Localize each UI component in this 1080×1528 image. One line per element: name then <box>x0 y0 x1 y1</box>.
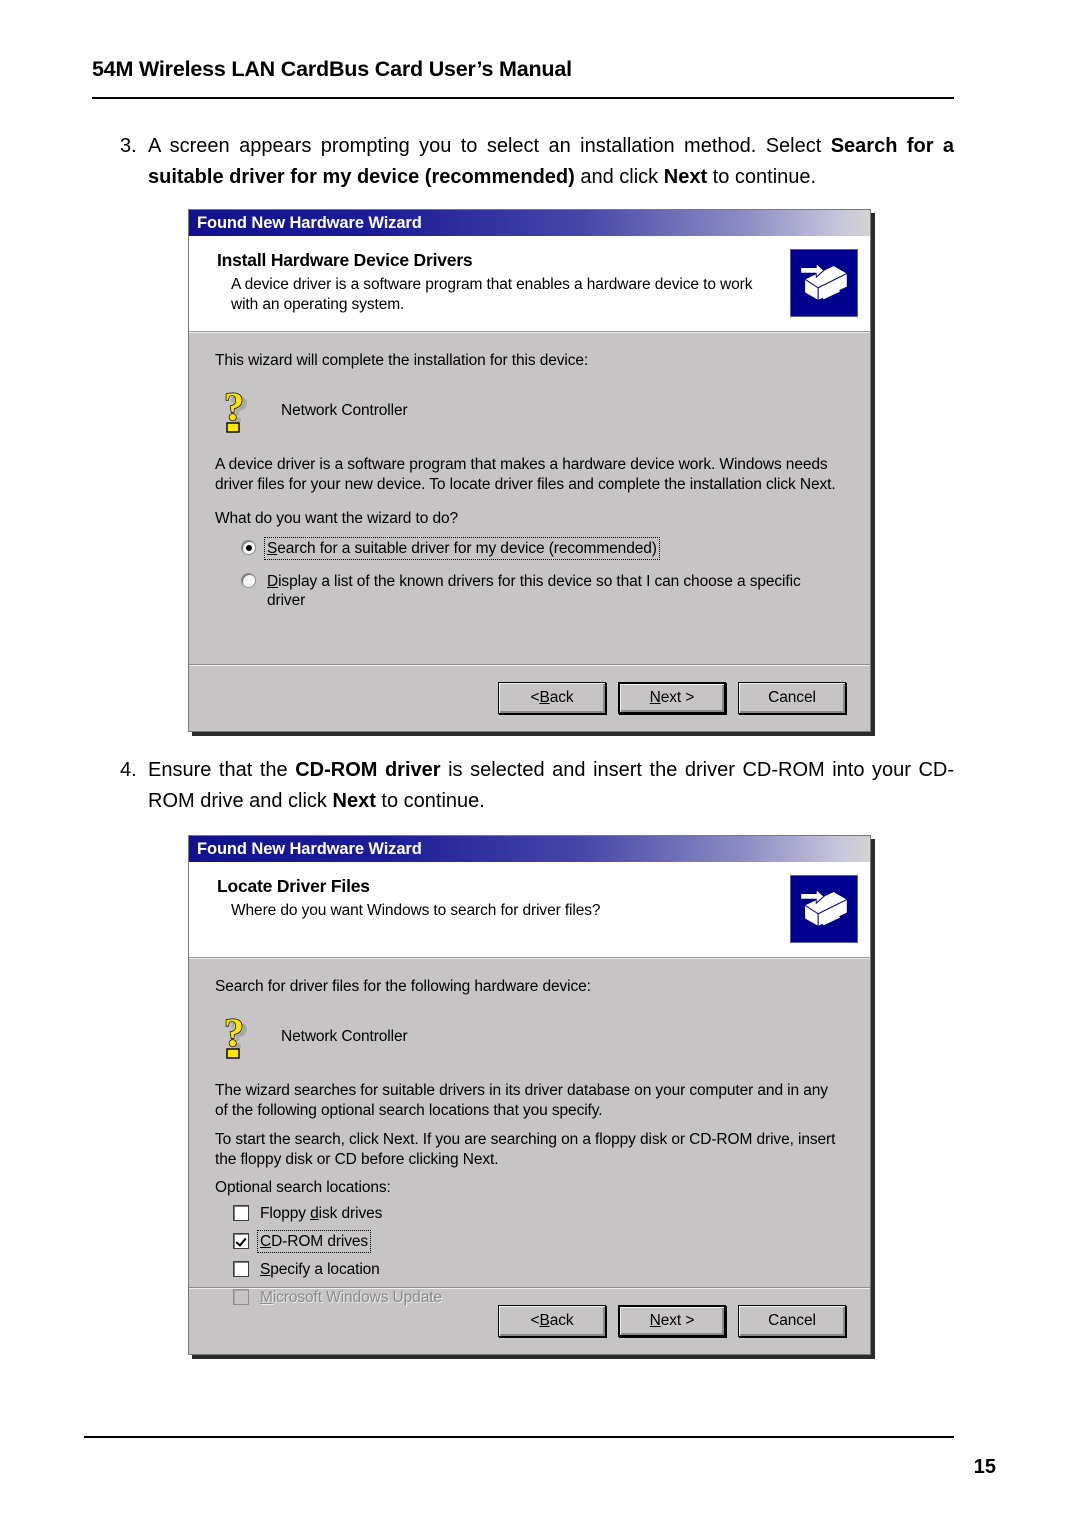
dialog-2-intro-text: Search for driver files for the followin… <box>215 978 591 995</box>
step-4-number: 4. <box>120 759 137 781</box>
checkbox-cd-rom-drives[interactable] <box>233 1233 249 1249</box>
dialog-1-banner-title: Install Hardware Device Drivers <box>217 250 473 270</box>
manual-page: 54M Wireless LAN CardBus Card User’s Man… <box>0 0 1080 1528</box>
step-4: 4. Ensure that the CD-ROM driver is sele… <box>108 755 954 817</box>
dialog-2-next-button[interactable]: Next > <box>618 1304 726 1337</box>
step-3-text: A screen appears prompting you to select… <box>148 135 955 188</box>
dialog-1-banner-subtitle: A device driver is a software program th… <box>231 276 753 313</box>
checkbox-microsoft-windows-update-label: Microsoft Windows Update <box>260 1289 442 1306</box>
checkbox-specify-a-location-label[interactable]: Specify a location <box>258 1259 382 1280</box>
checkbox-cd-rom-drives-label[interactable]: CD-ROM drives <box>256 1230 372 1253</box>
header-divider <box>92 97 954 99</box>
dialog-2-cancel-button[interactable]: Cancel <box>738 1304 846 1337</box>
radio-option-display-known-drivers[interactable]: Display a list of the known drivers for … <box>241 571 844 611</box>
dialog-2-checkbox-group: Floppy disk drives CD-ROM drives Specify… <box>215 1203 844 1308</box>
dialog-2-banner-subtitle: Where do you want Windows to search for … <box>231 902 601 919</box>
manual-title: 54M Wireless LAN CardBus Card User’s Man… <box>92 57 572 81</box>
dialog-1-banner: Install Hardware Device Drivers A device… <box>189 236 870 332</box>
checkbox-row-specify-a-location[interactable]: Specify a location <box>233 1259 844 1280</box>
radio-search-suitable-driver-indicator[interactable] <box>241 540 256 555</box>
dialog-1-radio-group: Search for a suitable driver for my devi… <box>215 537 844 611</box>
dialog-2-banner-title: Locate Driver Files <box>217 876 370 896</box>
step-3: 3. A screen appears prompting you to sel… <box>108 131 954 193</box>
dialog-1-back-button[interactable]: < Back <box>498 681 606 714</box>
radio-display-known-drivers-indicator[interactable] <box>241 573 256 588</box>
dialog-1-banner-texts: Install Hardware Device Drivers A device… <box>189 250 870 315</box>
dialog-2-description-1: The wizard searches for suitable drivers… <box>215 1082 828 1119</box>
wizard-device-icon <box>790 875 858 943</box>
dialog-2-back-button[interactable]: < Back <box>498 1304 606 1337</box>
step-3-number: 3. <box>120 135 137 157</box>
unknown-device-question-mark-icon: ? ? <box>215 383 261 437</box>
dialog-1-intro-text: This wizard will complete the installati… <box>215 352 589 369</box>
footer-divider <box>84 1436 954 1438</box>
dialog-1-device-name: Network Controller <box>281 402 408 419</box>
unknown-device-question-mark-icon: ? ? <box>215 1009 261 1063</box>
dialog-1-title: Found New Hardware Wizard <box>197 213 422 232</box>
checkbox-row-floppy-disk-drives[interactable]: Floppy disk drives <box>233 1203 844 1224</box>
dialog-1-description: A device driver is a software program th… <box>215 456 836 493</box>
step-4-text: Ensure that the CD-ROM driver is selecte… <box>148 759 955 812</box>
running-header: 54M Wireless LAN CardBus Card User’s Man… <box>92 57 954 82</box>
dialog-2-device-name: Network Controller <box>281 1028 408 1045</box>
checkbox-row-microsoft-windows-update: Microsoft Windows Update <box>233 1287 844 1308</box>
dialog-2-device-row: ? ? Network Controller <box>215 1009 844 1063</box>
dialog-2-titlebar: Found New Hardware Wizard <box>189 836 870 862</box>
found-new-hardware-wizard-dialog-1: Found New Hardware Wizard Install Hardwa… <box>188 209 871 732</box>
page-number: 15 <box>973 1456 996 1478</box>
found-new-hardware-wizard-dialog-2: Found New Hardware Wizard Locate Driver … <box>188 835 871 1355</box>
dialog-2-title: Found New Hardware Wizard <box>197 839 422 858</box>
wizard-device-icon <box>790 249 858 317</box>
radio-search-suitable-driver-label[interactable]: Search for a suitable driver for my devi… <box>264 537 660 560</box>
checkbox-floppy-disk-drives[interactable] <box>233 1205 249 1221</box>
dialog-1-question: What do you want the wizard to do? <box>215 510 459 527</box>
dialog-2-optional-locations-label: Optional search locations: <box>215 1179 391 1196</box>
dialog-1-button-bar: < Back Next > Cancel <box>189 664 870 730</box>
dialog-2-body: Search for driver files for the followin… <box>189 958 870 1306</box>
dialog-1-body: This wizard will complete the installati… <box>189 332 870 664</box>
dialog-1-titlebar: Found New Hardware Wizard <box>189 210 870 236</box>
checkbox-row-cd-rom-drives[interactable]: CD-ROM drives <box>233 1230 844 1253</box>
dialog-1-device-row: ? ? Network Controller <box>215 383 844 437</box>
checkbox-specify-a-location[interactable] <box>233 1261 249 1277</box>
dialog-1-next-button[interactable]: Next > <box>618 681 726 714</box>
checkbox-floppy-disk-drives-label[interactable]: Floppy disk drives <box>258 1203 384 1224</box>
dialog-2-banner-texts: Locate Driver Files Where do you want Wi… <box>189 876 870 921</box>
dialog-2-banner: Locate Driver Files Where do you want Wi… <box>189 862 870 958</box>
radio-display-known-drivers-label[interactable]: Display a list of the known drivers for … <box>265 571 844 611</box>
dialog-2-description-2: To start the search, click Next. If you … <box>215 1131 836 1168</box>
dialog-1-cancel-button[interactable]: Cancel <box>738 681 846 714</box>
checkbox-microsoft-windows-update <box>233 1289 249 1305</box>
radio-option-search-suitable-driver[interactable]: Search for a suitable driver for my devi… <box>241 537 844 560</box>
